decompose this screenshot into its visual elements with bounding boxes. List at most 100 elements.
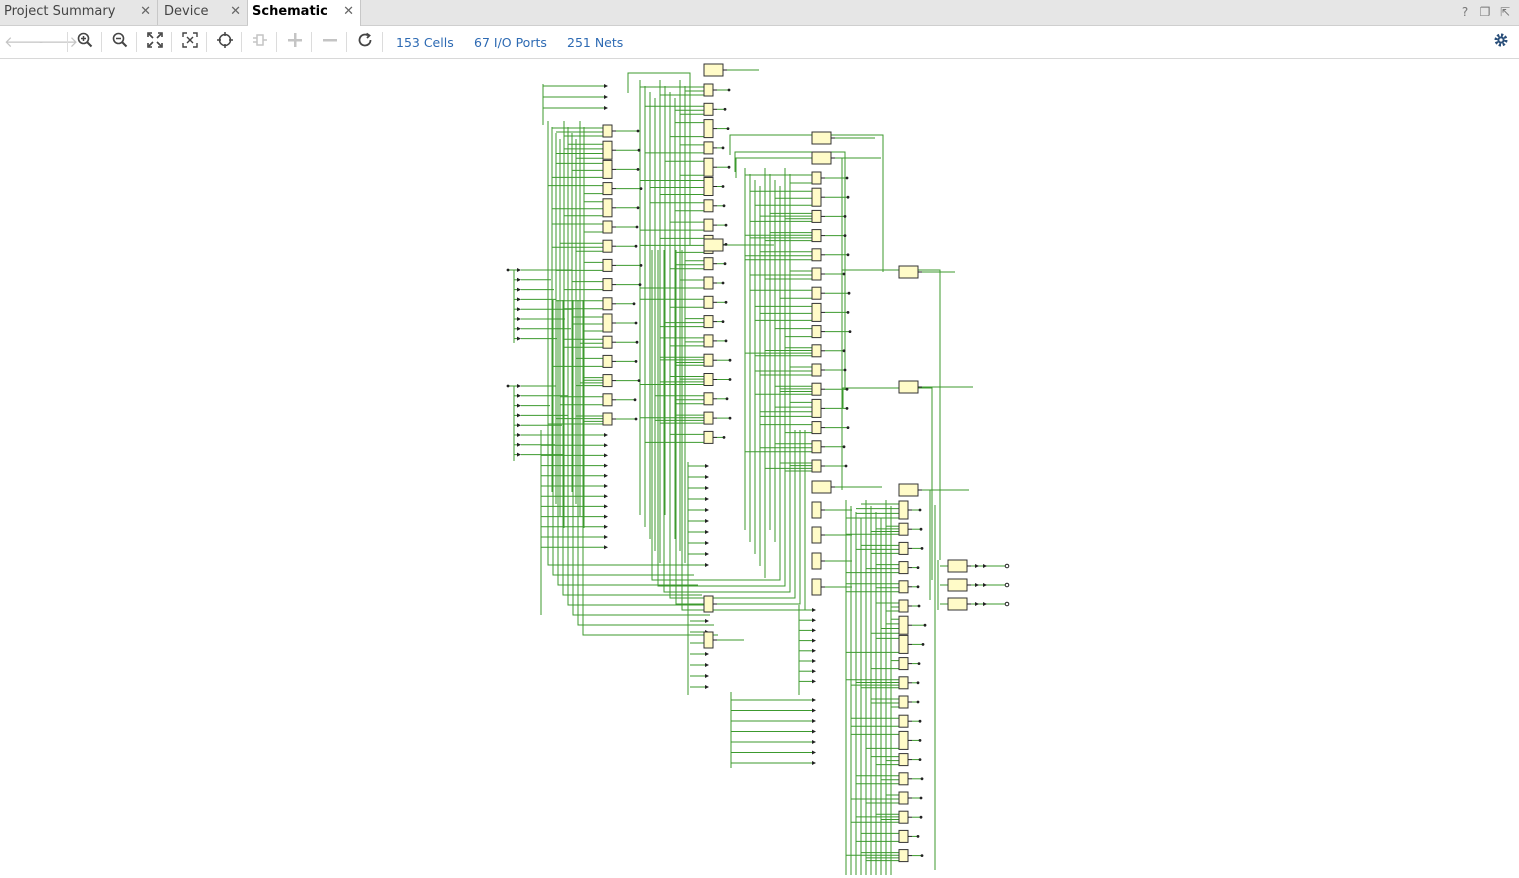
- schematic-cell[interactable]: [811, 286, 822, 300]
- schematic-cell[interactable]: [703, 119, 714, 139]
- buffer-cell[interactable]: [705, 685, 709, 689]
- schematic-cell[interactable]: [602, 239, 613, 253]
- buffer-cell[interactable]: [604, 494, 608, 499]
- schematic-cell[interactable]: [703, 83, 714, 97]
- schematic-cell[interactable]: [602, 124, 613, 138]
- buffer-cell[interactable]: [604, 443, 608, 448]
- schematic-canvas[interactable]: [0, 59, 1519, 878]
- schematic-cell[interactable]: [703, 157, 714, 177]
- buffer-cell[interactable]: [705, 541, 709, 545]
- schematic-cell[interactable]: [898, 615, 909, 635]
- buffer-cell[interactable]: [812, 628, 816, 633]
- schematic-cell[interactable]: [602, 374, 613, 388]
- collapse-icon[interactable]: [319, 32, 341, 52]
- schematic-cell[interactable]: [811, 171, 822, 185]
- schematic-cell[interactable]: [811, 187, 822, 207]
- buffer-cell[interactable]: [604, 545, 608, 550]
- schematic-cell[interactable]: [703, 238, 724, 252]
- buffer-cell[interactable]: [604, 95, 608, 99]
- schematic-cell[interactable]: [811, 325, 822, 339]
- buffer-cell[interactable]: [812, 698, 816, 702]
- tab-schematic[interactable]: Schematic ✕: [248, 0, 361, 26]
- schematic-cell[interactable]: [602, 278, 613, 292]
- buffer-cell[interactable]: [604, 106, 608, 110]
- buffer-cell[interactable]: [705, 674, 709, 678]
- schematic-cell[interactable]: [811, 248, 822, 262]
- buffer-cell[interactable]: [517, 297, 521, 302]
- schematic-cell[interactable]: [947, 597, 968, 611]
- buffer-cell[interactable]: [812, 608, 816, 612]
- buffer-cell[interactable]: [705, 563, 709, 567]
- buffer-cell[interactable]: [812, 648, 816, 653]
- buffer-cell[interactable]: [812, 679, 816, 684]
- help-icon[interactable]: ?: [1457, 4, 1473, 20]
- buffer-cell[interactable]: [705, 497, 709, 501]
- buffer-cell[interactable]: [812, 719, 816, 723]
- buffer-cell[interactable]: [705, 464, 709, 468]
- buffer-cell[interactable]: [812, 638, 816, 643]
- tab-project-summary[interactable]: Project Summary ✕: [0, 0, 158, 25]
- buffer-cell[interactable]: [705, 663, 709, 667]
- buffer-cell[interactable]: [517, 326, 521, 331]
- buffer-cell[interactable]: [517, 277, 521, 282]
- schematic-cell[interactable]: [811, 526, 822, 544]
- schematic-cell[interactable]: [898, 849, 909, 863]
- schematic-cell[interactable]: [898, 380, 919, 394]
- schematic-cell[interactable]: [602, 297, 613, 311]
- buffer-cell[interactable]: [812, 669, 816, 674]
- buffer-cell[interactable]: [975, 602, 979, 606]
- buffer-cell[interactable]: [517, 413, 521, 418]
- buffer-cell[interactable]: [812, 750, 816, 755]
- schematic-cell[interactable]: [602, 220, 613, 234]
- schematic-cell[interactable]: [811, 209, 822, 223]
- schematic-cell[interactable]: [703, 353, 714, 367]
- buffer-cell[interactable]: [705, 508, 709, 512]
- buffer-cell[interactable]: [517, 442, 521, 447]
- schematic-cell[interactable]: [811, 480, 832, 494]
- schematic-cell[interactable]: [703, 595, 714, 613]
- schematic-cell[interactable]: [811, 131, 832, 145]
- tab-device[interactable]: Device ✕: [160, 0, 248, 25]
- buffer-cell[interactable]: [705, 475, 709, 479]
- schematic-cell[interactable]: [898, 714, 909, 728]
- buffer-cell[interactable]: [983, 564, 987, 568]
- schematic-cell[interactable]: [703, 334, 714, 348]
- close-icon[interactable]: ✕: [230, 0, 241, 23]
- schematic-cell[interactable]: [703, 411, 714, 425]
- schematic-cell[interactable]: [602, 182, 613, 196]
- schematic-cell[interactable]: [703, 373, 714, 386]
- buffer-cell[interactable]: [604, 453, 608, 458]
- buffer-cell[interactable]: [604, 484, 608, 488]
- schematic-cell[interactable]: [602, 335, 613, 349]
- schematic-cell[interactable]: [947, 578, 968, 592]
- schematic-cell[interactable]: [703, 276, 714, 290]
- restore-icon[interactable]: ❐: [1477, 4, 1493, 20]
- schematic-cell[interactable]: [602, 313, 613, 333]
- schematic-cell[interactable]: [703, 141, 714, 155]
- schematic-cell[interactable]: [898, 561, 909, 575]
- schematic-cell[interactable]: [898, 753, 909, 767]
- buffer-cell[interactable]: [705, 519, 709, 523]
- buffer-cell[interactable]: [517, 403, 521, 408]
- buffer-cell[interactable]: [812, 708, 816, 713]
- schematic-cell[interactable]: [898, 580, 909, 594]
- schematic-cell[interactable]: [811, 267, 822, 281]
- schematic-cell[interactable]: [898, 730, 909, 750]
- schematic-cell[interactable]: [811, 578, 822, 596]
- buffer-cell[interactable]: [705, 652, 709, 656]
- buffer-cell[interactable]: [812, 729, 816, 734]
- nets-count-link[interactable]: 251 Nets: [567, 35, 623, 50]
- cells-count-link[interactable]: 153 Cells: [396, 35, 454, 50]
- buffer-cell[interactable]: [604, 524, 608, 529]
- schematic-cell[interactable]: [811, 501, 822, 519]
- schematic-cell[interactable]: [898, 500, 909, 520]
- maximize-icon[interactable]: ⇱: [1497, 4, 1513, 20]
- fit-selection-icon[interactable]: [179, 32, 201, 52]
- output-port[interactable]: [1004, 563, 1010, 569]
- buffer-cell[interactable]: [517, 336, 521, 341]
- buffer-cell[interactable]: [975, 564, 979, 568]
- schematic-cell[interactable]: [811, 440, 822, 454]
- schematic-cell[interactable]: [898, 599, 909, 613]
- schematic-cell[interactable]: [898, 522, 909, 536]
- buffer-cell[interactable]: [517, 384, 521, 388]
